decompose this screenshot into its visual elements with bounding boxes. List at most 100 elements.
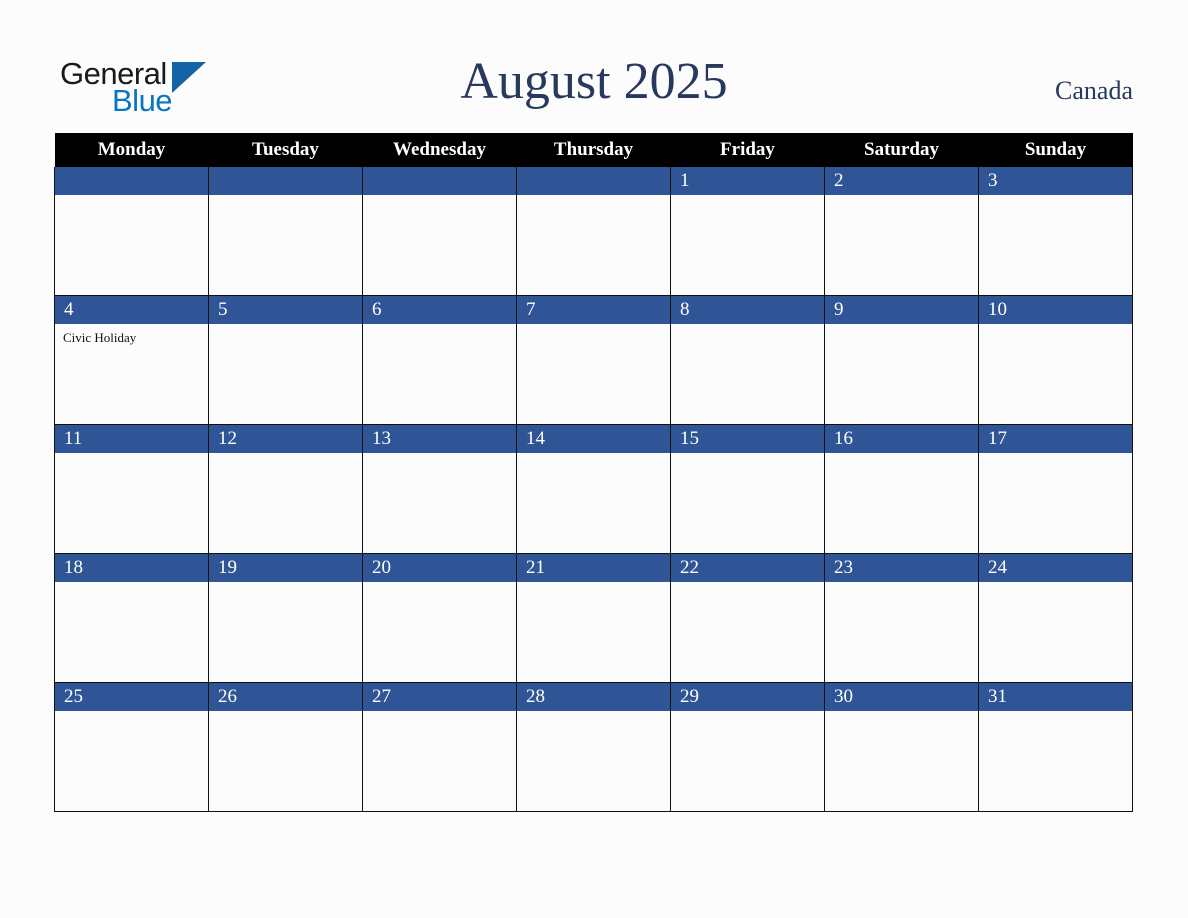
calendar-day-cell[interactable]: 15 [670, 424, 825, 554]
day-events [55, 453, 208, 458]
day-number: 26 [209, 683, 362, 711]
calendar-day-cell[interactable]: 11 [54, 424, 209, 554]
day-cell-content: 27 [363, 683, 516, 811]
calendar-day-cell[interactable]: 2 [824, 167, 979, 296]
calendar-day-cell[interactable]: 24 [978, 553, 1133, 683]
day-number: 20 [363, 554, 516, 582]
day-events: Civic Holiday [55, 324, 208, 346]
day-events [979, 324, 1132, 329]
calendar-day-cell[interactable]: 1 [670, 167, 825, 296]
day-number: 19 [209, 554, 362, 582]
day-events [825, 195, 978, 200]
calendar-day-cell[interactable]: 31 [978, 682, 1133, 812]
day-number: 31 [979, 683, 1132, 711]
month-calendar-grid: Monday Tuesday Wednesday Thursday Friday… [54, 133, 1133, 812]
day-number: 18 [55, 554, 208, 582]
weekday-header-row: Monday Tuesday Wednesday Thursday Friday… [54, 133, 1133, 167]
calendar-day-cell[interactable]: 26 [208, 682, 363, 812]
calendar-day-cell[interactable]: 14 [516, 424, 671, 554]
calendar-day-cell[interactable] [208, 167, 363, 296]
day-cell-content: 22 [671, 554, 824, 682]
day-number: 21 [517, 554, 670, 582]
day-cell-content: 16 [825, 425, 978, 553]
day-events [55, 711, 208, 716]
day-cell-content: 20 [363, 554, 516, 682]
day-events [55, 582, 208, 587]
day-number: 3 [979, 167, 1132, 195]
calendar-day-cell[interactable]: 3 [978, 167, 1133, 296]
calendar-day-cell[interactable]: 29 [670, 682, 825, 812]
day-cell-content: 17 [979, 425, 1132, 553]
calendar-day-cell[interactable]: 17 [978, 424, 1133, 554]
calendar-day-cell[interactable]: 8 [670, 295, 825, 425]
calendar-day-cell[interactable] [516, 167, 671, 296]
day-cell-content [55, 167, 208, 295]
day-cell-content: 18 [55, 554, 208, 682]
day-cell-content: 10 [979, 296, 1132, 424]
day-events [517, 195, 670, 200]
calendar-day-cell[interactable]: 22 [670, 553, 825, 683]
day-events [979, 582, 1132, 587]
calendar-day-cell[interactable]: 20 [362, 553, 517, 683]
calendar-day-cell[interactable]: 21 [516, 553, 671, 683]
page-title: August 2025 [460, 53, 728, 110]
day-number: 17 [979, 425, 1132, 453]
day-events [363, 195, 516, 200]
day-number [517, 167, 670, 195]
day-cell-content: 11 [55, 425, 208, 553]
day-cell-content: 21 [517, 554, 670, 682]
calendar-day-cell[interactable]: 19 [208, 553, 363, 683]
calendar-day-cell[interactable]: 25 [54, 682, 209, 812]
calendar-day-cell[interactable]: 16 [824, 424, 979, 554]
calendar-day-cell[interactable]: 7 [516, 295, 671, 425]
day-number: 9 [825, 296, 978, 324]
day-events [209, 582, 362, 587]
day-events [517, 453, 670, 458]
day-number: 28 [517, 683, 670, 711]
day-cell-content [363, 167, 516, 295]
day-events [517, 582, 670, 587]
day-events [825, 582, 978, 587]
day-number: 2 [825, 167, 978, 195]
day-cell-content: 31 [979, 683, 1132, 811]
day-number: 30 [825, 683, 978, 711]
day-cell-content: 26 [209, 683, 362, 811]
day-events [363, 711, 516, 716]
calendar-day-cell[interactable]: 13 [362, 424, 517, 554]
calendar-day-cell[interactable]: 27 [362, 682, 517, 812]
weekday-header-tuesday: Tuesday [208, 133, 363, 167]
day-events [979, 195, 1132, 200]
day-cell-content: 2 [825, 167, 978, 295]
calendar-page: General Blue August 2025 Canada Monday T… [0, 0, 1188, 918]
day-number: 16 [825, 425, 978, 453]
calendar-day-cell[interactable]: 9 [824, 295, 979, 425]
day-cell-content: 12 [209, 425, 362, 553]
day-events [671, 453, 824, 458]
day-events [671, 711, 824, 716]
day-number: 22 [671, 554, 824, 582]
calendar-day-cell[interactable] [54, 167, 209, 296]
day-number: 23 [825, 554, 978, 582]
calendar-day-cell[interactable]: 23 [824, 553, 979, 683]
calendar-day-cell[interactable]: 12 [208, 424, 363, 554]
calendar-week-row: 11 12 13 14 15 16 17 [54, 424, 1133, 554]
calendar-day-cell[interactable] [362, 167, 517, 296]
calendar-day-cell[interactable]: 6 [362, 295, 517, 425]
day-cell-content: 8 [671, 296, 824, 424]
day-number: 15 [671, 425, 824, 453]
calendar-day-cell[interactable]: 4 Civic Holiday [54, 295, 209, 425]
day-cell-content: 19 [209, 554, 362, 682]
day-events [979, 711, 1132, 716]
day-cell-content: 13 [363, 425, 516, 553]
day-number: 13 [363, 425, 516, 453]
region-label: Canada [1055, 76, 1133, 105]
day-events [209, 453, 362, 458]
calendar-day-cell[interactable]: 28 [516, 682, 671, 812]
calendar-day-cell[interactable]: 30 [824, 682, 979, 812]
day-events [363, 582, 516, 587]
calendar-day-cell[interactable]: 5 [208, 295, 363, 425]
calendar-day-cell[interactable]: 10 [978, 295, 1133, 425]
calendar-day-cell[interactable]: 18 [54, 553, 209, 683]
calendar-week-row: 25 26 27 28 29 30 31 [54, 682, 1133, 812]
day-cell-content: 14 [517, 425, 670, 553]
